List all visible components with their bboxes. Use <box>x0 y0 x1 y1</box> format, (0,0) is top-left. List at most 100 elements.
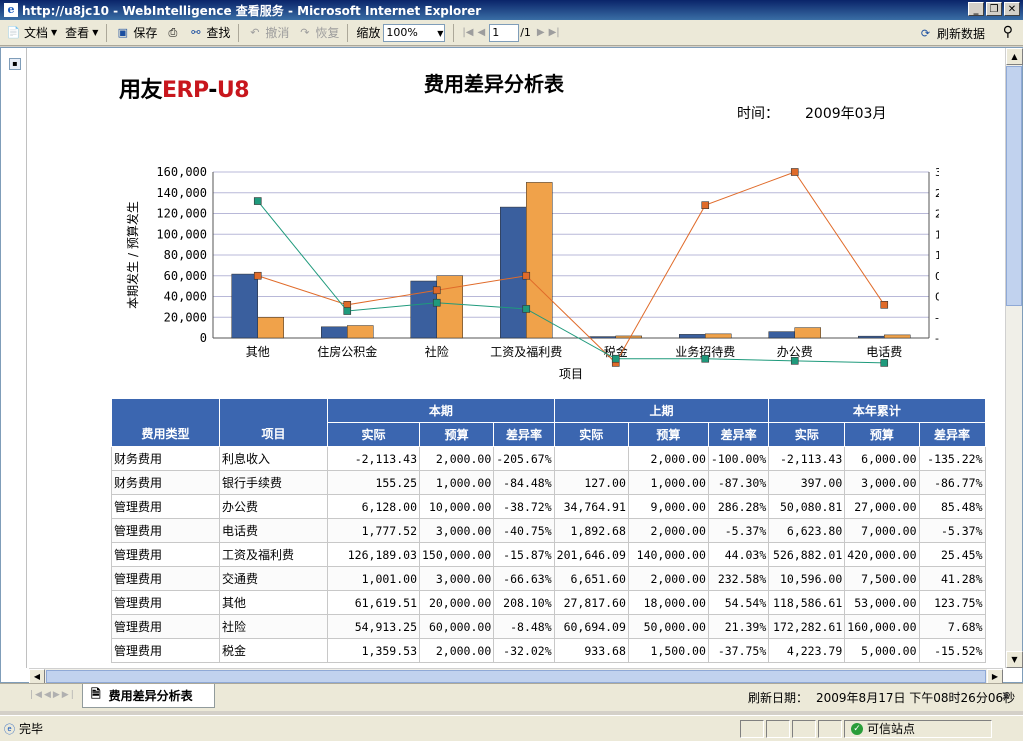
bar-实际 <box>231 273 258 339</box>
find-button[interactable]: ⚯ 查找 <box>188 24 230 41</box>
close-button[interactable]: ✕ <box>1004 2 1020 16</box>
restore-button[interactable]: ❐ <box>986 2 1002 16</box>
page-input[interactable]: 1 <box>489 23 520 42</box>
view-menu-label: 查看 <box>65 26 90 40</box>
zoom-value: 100% <box>386 25 418 39</box>
bar-预算 <box>884 334 911 339</box>
cell-value: 1,001.00 <box>327 566 420 591</box>
point-本期差异率 <box>253 271 262 280</box>
report-tab-strip: |◀◀▶▶| 🗎 费用差异分析表 刷新日期： 2009年8月17日 下午08时2… <box>0 683 1023 711</box>
redo-button[interactable]: ↷ 恢复 <box>297 24 339 41</box>
toolbar-divider <box>106 23 108 42</box>
status-cell <box>766 719 790 738</box>
cell-value: 44.03% <box>707 542 770 567</box>
cell-value: 286.28% <box>707 494 770 519</box>
security-zone[interactable]: ✓ 可信站点 <box>844 719 992 738</box>
sub-header-7: 预算 <box>844 422 920 447</box>
sub-header-0: 实际 <box>327 422 420 447</box>
print-button[interactable]: ⎙ <box>165 25 180 40</box>
vertical-scroll-thumb[interactable] <box>1006 66 1022 306</box>
zoom-select[interactable]: 100% ▼ <box>383 23 446 42</box>
cell-item: 银行手续费 <box>219 470 328 495</box>
cell-value: -84.48% <box>493 470 555 495</box>
bar-实际 <box>500 206 527 339</box>
point-本期差异率 <box>701 201 710 210</box>
refresh-data-button[interactable]: ⟳ 刷新数据 <box>918 25 985 42</box>
close-icon[interactable]: ✕ <box>1001 689 1011 703</box>
sub-header-4: 预算 <box>627 422 709 447</box>
cell-value: 140,000.00 <box>627 542 709 567</box>
cell-expense-type: 管理费用 <box>111 494 220 519</box>
next-page-icon[interactable]: ▶ <box>537 27 545 38</box>
y-tick-label: 60,000 <box>164 269 207 283</box>
bar-实际 <box>858 335 885 339</box>
cell-value: -66.63% <box>493 566 555 591</box>
point-本期差异率 <box>790 168 799 176</box>
view-menu[interactable]: 查看 ▼ <box>65 24 98 41</box>
refresh-icon: ⟳ <box>920 27 931 40</box>
cell-value: 150,000.00 <box>418 542 495 567</box>
group-previous: 上期 <box>553 398 770 423</box>
zone-label: 可信站点 <box>867 722 916 736</box>
tab-expense-analysis[interactable]: 🗎 费用差异分析表 <box>82 684 215 708</box>
binoculars-icon: ⚯ <box>191 26 201 39</box>
sub-header-2: 差异率 <box>493 422 555 447</box>
cell-value: -40.75% <box>493 518 555 543</box>
company-logo: 用友ERP-U8 <box>119 78 250 103</box>
window-controls: _ ❐ ✕ <box>968 2 1020 16</box>
search-icon[interactable]: ⚲ <box>1003 24 1013 40</box>
point-上期差异率 <box>880 359 889 367</box>
cell-value: 85.48% <box>918 494 986 519</box>
report-page: 用友ERP-U8 费用差异分析表 时间： 2009年03月 0 20,000 40,… <box>29 50 1001 668</box>
y-tick-label: 100,000 <box>156 227 207 241</box>
last-page-icon[interactable]: ▶| <box>549 27 560 38</box>
point-本期差异率 <box>432 286 441 295</box>
tab-label: 费用差异分析表 <box>108 689 193 703</box>
cell-value: -86.77% <box>918 470 986 495</box>
scroll-left-icon[interactable]: ◀ <box>29 669 45 684</box>
doc-menu[interactable]: 📄 文档 ▼ <box>6 24 58 41</box>
navigation-map-icon[interactable]: ▪ <box>9 58 21 70</box>
save-icon: ▣ <box>117 26 129 39</box>
minimize-button[interactable]: _ <box>968 2 984 16</box>
scroll-right-icon[interactable]: ▶ <box>987 669 1003 684</box>
cell-value: -38.72% <box>493 494 555 519</box>
cell-value: 5,000.00 <box>844 638 920 663</box>
cell-value: 118,586.61 <box>768 590 846 615</box>
cell-value: 420,000.00 <box>844 542 920 567</box>
cell-value: 201,646.09 <box>553 542 629 567</box>
status-text: 完毕 <box>19 722 44 736</box>
cell-value: 126,189.03 <box>327 542 420 567</box>
cell-value: 54.54% <box>707 590 770 615</box>
status-cell <box>818 719 842 738</box>
first-page-icon[interactable]: |◀ <box>462 27 473 38</box>
undo-button[interactable]: ↶ 撤消 <box>247 24 289 41</box>
table-row: 财务费用 银行手续费 155.25 1,000.00 -84.48% 127.00 1,00… <box>111 470 986 495</box>
point-上期差异率 <box>253 197 262 205</box>
toolbar-divider <box>453 23 455 42</box>
point-本期差异率 <box>522 271 531 280</box>
horizontal-scrollbar[interactable]: ◀ ▶ <box>29 668 1003 684</box>
y-tick-label: 120,000 <box>156 207 207 221</box>
col-expense-type: 费用类型 <box>111 398 220 447</box>
cell-value: 232.58% <box>707 566 770 591</box>
cell-value: 933.68 <box>553 638 629 663</box>
cell-value: -2,113.43 <box>327 446 420 471</box>
table-row: 管理费用 工资及福利费 126,189.03 150,000.00 -15.87% 201… <box>111 542 986 567</box>
prev-page-icon[interactable]: ◀ <box>477 27 485 38</box>
bar-预算 <box>705 333 732 339</box>
scroll-down-icon[interactable]: ▼ <box>1006 651 1023 668</box>
vertical-scrollbar[interactable]: ▲ ▼ <box>1005 48 1023 668</box>
bar-预算 <box>615 335 642 339</box>
tab-navigation-icons[interactable]: |◀◀▶▶| <box>30 690 76 700</box>
y2-tick-label: 1 <box>935 249 939 262</box>
cell-value: 50,080.81 <box>768 494 846 519</box>
cell-value: 10,000.00 <box>418 494 495 519</box>
horizontal-scroll-thumb[interactable] <box>46 670 986 683</box>
cell-item: 电话费 <box>219 518 328 543</box>
table-row: 管理费用 办公费 6,128.00 10,000.00 -38.72% 34,764.91… <box>111 494 986 519</box>
bar-实际 <box>679 334 706 339</box>
scroll-up-icon[interactable]: ▲ <box>1006 48 1023 65</box>
save-button[interactable]: ▣ 保存 <box>115 24 158 41</box>
y-tick-label: 40,000 <box>164 290 207 304</box>
